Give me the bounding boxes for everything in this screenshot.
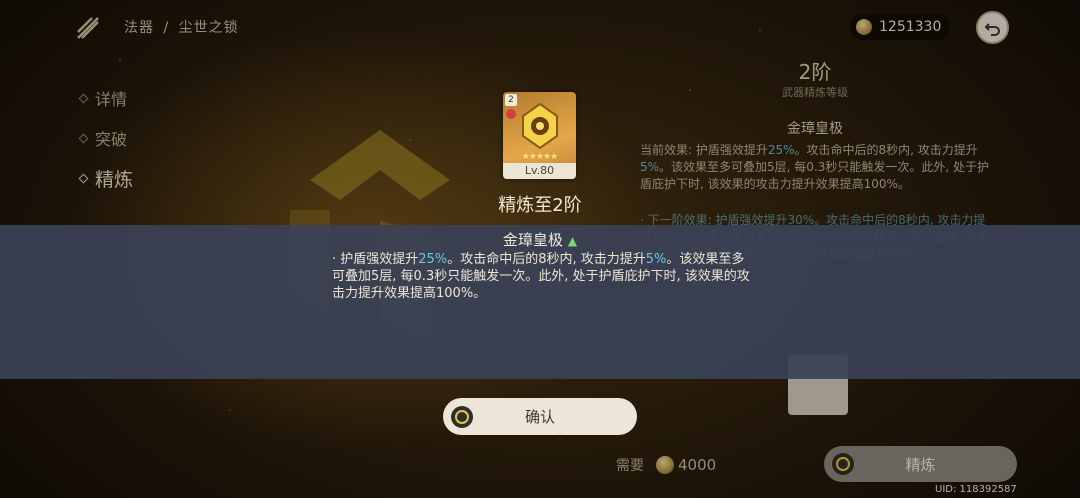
ring-icon: [451, 405, 473, 428]
refinement-rank-badge: 2: [505, 94, 517, 106]
popup-effect-name-text: 金璋皇极: [502, 231, 563, 249]
popup-effect-text: · 护盾强效提升25%。攻击命中后的8秒内, 攻击力提升5%。该效果至多可叠加5…: [332, 251, 752, 302]
lock-icon: [506, 109, 516, 119]
effect-text-part: 护盾强效提升: [340, 252, 419, 267]
up-arrow-icon: ▲: [567, 234, 578, 248]
weapon-level: Lv.80: [503, 163, 576, 179]
rarity-stars: ★★★★★: [521, 152, 558, 162]
effect-value: 5%: [645, 252, 667, 267]
effect-text-part: 。攻击命中后的8秒内, 攻击力提升: [447, 252, 646, 267]
weapon-card: 2 ★★★★★ Lv.80: [503, 92, 576, 179]
popup-effect-name: 金璋皇极 ▲: [0, 229, 1080, 250]
effect-value: 25%: [418, 252, 448, 267]
popup-title: 精炼至2阶: [498, 195, 582, 216]
weapon-icon: [522, 102, 558, 150]
confirm-button[interactable]: 确认: [443, 398, 637, 435]
confirm-button-label: 确认: [524, 408, 555, 426]
